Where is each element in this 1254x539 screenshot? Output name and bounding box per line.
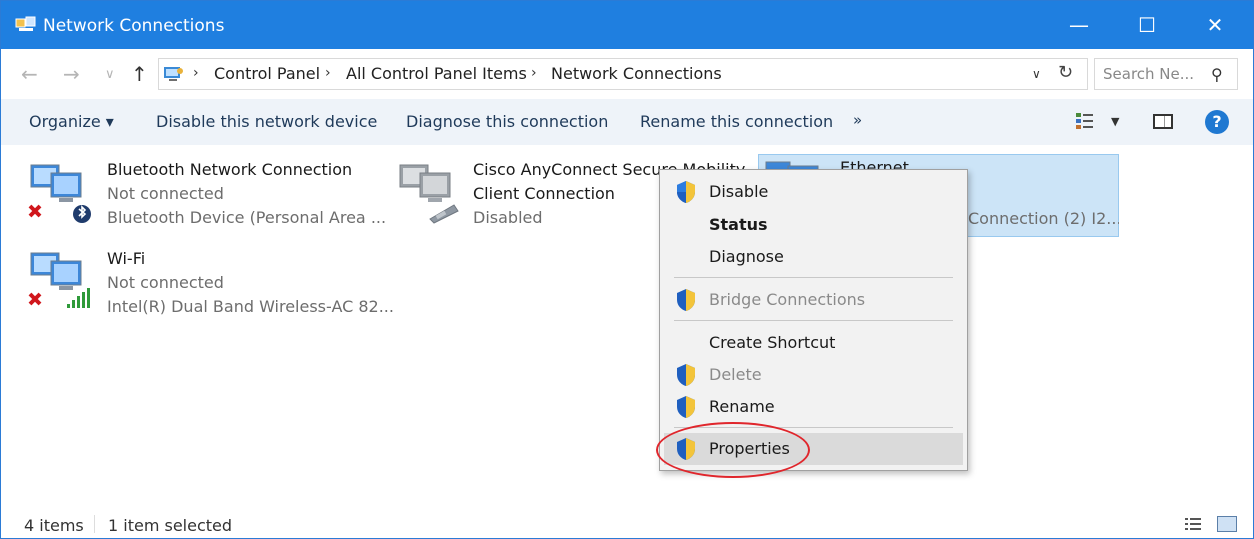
menu-item-delete: Delete [664,359,963,391]
menu-divider [674,427,953,428]
item-device: Intel(R) Dual Band Wireless-AC 82... [107,297,394,316]
breadcrumb-separator-icon: › [325,65,331,81]
maximize-button[interactable]: ☐ [1113,1,1181,49]
view-options-dropdown-icon[interactable]: ▼ [1111,115,1119,128]
breadcrumb-control-panel[interactable]: Control Panel [214,64,320,83]
breadcrumb[interactable]: › Control Panel › All Control Panel Item… [158,58,1088,90]
details-view-icon[interactable] [1185,517,1201,531]
breadcrumb-separator-icon: › [531,65,537,81]
minimize-button[interactable]: — [1045,1,1113,49]
item-status: Not connected [107,273,224,292]
back-arrow-icon[interactable]: ← [21,62,38,86]
connection-item-bluetooth[interactable]: Bluetooth Network Connection Not connect… [27,159,386,239]
menu-item-disable[interactable]: Disable [664,176,963,208]
menu-item-label: Properties [709,439,790,458]
forward-arrow-icon[interactable]: → [63,62,80,86]
menu-item-label: Status [709,215,768,234]
close-button[interactable]: ✕ [1181,1,1249,49]
item-count: 4 items [24,516,84,535]
refresh-icon[interactable]: ↻ [1058,62,1073,83]
status-bar: 4 items 1 item selected [1,509,1253,539]
menu-divider [674,277,953,278]
search-input[interactable] [1103,64,1203,84]
uac-shield-icon [677,364,695,386]
preview-pane-icon[interactable] [1153,114,1173,129]
window-title: Network Connections [43,16,225,36]
menu-item-label: Bridge Connections [709,290,866,309]
menu-item-properties[interactable]: Properties [664,433,963,465]
help-icon[interactable]: ? [1205,110,1229,134]
item-name: Bluetooth Network Connection [107,160,353,179]
more-commands-icon[interactable]: » [853,111,862,129]
menu-item-label: Create Shortcut [709,333,836,352]
uac-shield-icon [677,181,695,203]
network-computers-disabled-icon [399,164,459,224]
control-panel-icon [164,67,183,81]
command-bar: Organize ▾ Disable this network device D… [1,99,1253,145]
connection-item-cisco[interactable]: Cisco AnyConnect Secure Mobility Client … [396,159,745,239]
breadcrumb-all-items[interactable]: All Control Panel Items [346,64,527,83]
organize-menu-button[interactable]: Organize ▾ [29,112,114,131]
uac-shield-icon [677,396,695,418]
context-menu: Disable Status Diagnose Bridge Connectio… [659,169,968,471]
menu-divider [674,320,953,321]
item-status: Not connected [107,184,224,203]
connection-item-wifi[interactable]: Wi-Fi Not connected Intel(R) Dual Band W… [27,247,397,327]
disable-device-button[interactable]: Disable this network device [156,112,377,131]
menu-item-label: Delete [709,365,762,384]
menu-item-diagnose[interactable]: Diagnose [664,241,963,273]
menu-item-bridge-connections: Bridge Connections [664,284,963,316]
menu-item-label: Rename [709,397,775,416]
uac-shield-icon [677,438,695,460]
item-name-line2: Client Connection [473,184,615,203]
change-view-icon[interactable] [1075,112,1095,130]
breadcrumb-separator-icon: › [193,65,199,81]
selection-count: 1 item selected [108,516,233,535]
search-icon[interactable]: ⚲ [1211,65,1223,84]
explorer-window: Network Connections — ☐ ✕ ← → ∨ ↑ › Cont… [0,0,1254,539]
large-icons-view-icon[interactable] [1217,516,1237,532]
up-arrow-icon[interactable]: ↑ [131,62,148,86]
title-bar: Network Connections — ☐ ✕ [1,1,1253,49]
menu-item-create-shortcut[interactable]: Create Shortcut [664,327,963,359]
menu-item-status[interactable]: Status [664,209,963,241]
breadcrumb-network-connections[interactable]: Network Connections [551,64,722,83]
network-computers-icon [28,164,91,223]
menu-item-label: Disable [709,182,769,201]
uac-shield-icon [677,289,695,311]
item-device: Bluetooth Device (Personal Area ... [107,208,387,227]
item-device: Connection (2) I2... [968,209,1119,228]
menu-item-rename[interactable]: Rename [664,391,963,423]
search-box[interactable]: ⚲ [1094,58,1238,90]
recent-locations-chevron-icon[interactable]: ∨ [105,67,115,82]
item-name: Wi-Fi [107,249,146,268]
network-connections-app-icon [15,16,36,31]
address-dropdown-icon[interactable]: ∨ [1032,67,1041,81]
wifi-computers-icon [28,252,90,308]
item-status: Disabled [473,208,543,227]
diagnose-connection-button[interactable]: Diagnose this connection [406,112,608,131]
address-bar: ← → ∨ ↑ › Control Panel › All Control Pa… [1,49,1253,99]
rename-connection-button[interactable]: Rename this connection [640,112,833,131]
menu-item-label: Diagnose [709,247,784,266]
status-divider [94,515,95,533]
